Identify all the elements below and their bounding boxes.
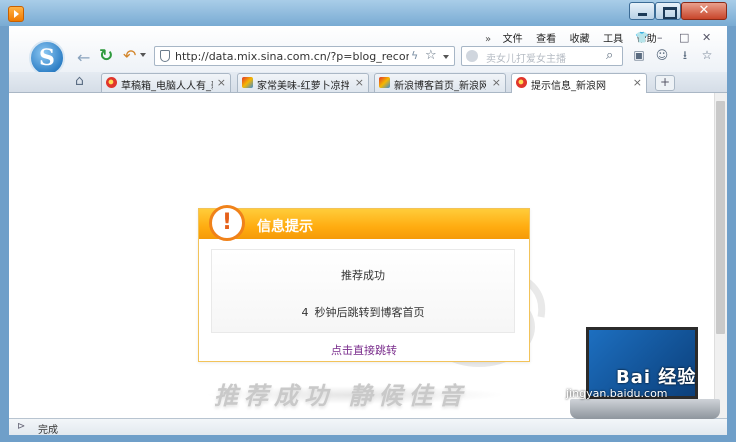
watermark-line1: Bai 经验 bbox=[616, 367, 697, 388]
menu-tools[interactable]: 工具 bbox=[603, 30, 623, 45]
menu-favorites[interactable]: 收藏 bbox=[570, 30, 590, 45]
tab-recipe[interactable]: 家常美味-红萝卜凉拌黄瓜 × bbox=[237, 73, 369, 92]
tab-close-icon[interactable]: × bbox=[217, 76, 226, 89]
dialog-body: 推荐成功 4 秒钟后跳转到博客首页 bbox=[211, 249, 515, 333]
window-titlebar: ✕ bbox=[0, 0, 736, 26]
download-icon[interactable]: ⭳ bbox=[678, 48, 692, 62]
address-bar[interactable]: http://data.mix.sina.com.cn/?p=blog_reco… bbox=[154, 46, 455, 66]
close-icon: ✕ bbox=[698, 3, 710, 18]
browser-toolbar: S » 文件 查看 收藏 工具 帮助 👕 – □ ✕ ← ↻ ↶ http://… bbox=[9, 26, 727, 76]
undo-dropdown-icon[interactable] bbox=[140, 53, 146, 57]
tab-title: 提示信息_新浪网 bbox=[531, 81, 606, 92]
menu-view[interactable]: 查看 bbox=[536, 30, 556, 45]
menu-chevron[interactable]: » bbox=[485, 34, 491, 45]
tab-close-icon[interactable]: × bbox=[492, 76, 501, 89]
status-text: 完成 bbox=[38, 425, 58, 436]
window-frame: ✕ S » 文件 查看 收藏 工具 帮助 👕 – □ ✕ ← ↻ ↶ http:… bbox=[0, 0, 736, 442]
smiley-icon[interactable]: ☺ bbox=[655, 48, 669, 62]
countdown-number: 4 bbox=[301, 306, 309, 319]
tab-close-icon[interactable]: × bbox=[633, 76, 642, 89]
undo-icon[interactable]: ↶ bbox=[123, 46, 136, 65]
minimize-button[interactable] bbox=[629, 2, 655, 20]
scrollbar-thumb[interactable] bbox=[716, 101, 725, 334]
star-icon[interactable]: ☆ bbox=[425, 48, 437, 63]
favorites-star-icon[interactable]: ☆ bbox=[700, 48, 714, 62]
redirect-link[interactable]: 点击直接跳转 bbox=[199, 342, 529, 358]
watermark-text: 推荐成功 静候佳音 bbox=[214, 381, 469, 410]
tab-notice[interactable]: 提示信息_新浪网 × bbox=[511, 73, 647, 93]
close-window-button[interactable]: ✕ bbox=[681, 2, 727, 20]
tab-close-icon[interactable]: × bbox=[355, 76, 364, 89]
tab-strip: ⌂ 草稿箱_电脑人人有_新浪 × 家常美味-红萝卜凉拌黄瓜 × 新浪博客首页_新… bbox=[9, 72, 727, 93]
mini-restore-icon[interactable]: □ bbox=[679, 31, 689, 44]
watermark-line2: jingyan.baidu.com bbox=[566, 387, 668, 400]
search-box[interactable]: 卖女儿打爱女主播 ⌕ bbox=[461, 46, 623, 66]
tab-title: 草稿箱_电脑人人有_新浪 bbox=[121, 81, 213, 92]
shield-icon bbox=[160, 50, 170, 62]
tab-title: 新浪博客首页_新浪网 bbox=[394, 81, 486, 92]
app-icon bbox=[8, 6, 24, 22]
dialog-header: ! 信息提示 bbox=[199, 205, 529, 241]
blog-favicon-icon bbox=[379, 77, 390, 88]
search-icon[interactable]: ⌕ bbox=[606, 48, 613, 63]
alert-icon: ! bbox=[209, 205, 245, 241]
back-icon[interactable]: ← bbox=[77, 48, 90, 67]
search-engine-icon[interactable] bbox=[466, 50, 478, 62]
logo-icon[interactable]: S bbox=[29, 40, 65, 76]
tab-blog-home[interactable]: 新浪博客首页_新浪网 × bbox=[374, 73, 506, 92]
address-dropdown-icon[interactable] bbox=[443, 55, 449, 59]
baidu-jingyan-watermark: Bai 经验 jingyan.baidu.com bbox=[566, 323, 726, 433]
sidebar-toggle-icon[interactable]: ⊳ bbox=[17, 421, 25, 432]
maximize-button[interactable] bbox=[655, 2, 681, 20]
success-message: 推荐成功 bbox=[341, 269, 385, 282]
tab-drafts[interactable]: 草稿箱_电脑人人有_新浪 × bbox=[101, 73, 231, 92]
dialog-title: 信息提示 bbox=[257, 219, 313, 235]
info-dialog: ! 信息提示 推荐成功 4 秒钟后跳转到博客首页 点击直接跳转 bbox=[198, 205, 530, 362]
reader-icon[interactable]: ▣ bbox=[632, 48, 646, 62]
home-icon[interactable]: ⌂ bbox=[75, 73, 84, 89]
address-url[interactable]: http://data.mix.sina.com.cn/?p=blog_reco… bbox=[175, 50, 409, 63]
sina-favicon-icon bbox=[106, 77, 117, 88]
new-tab-button[interactable]: + bbox=[655, 75, 675, 91]
menu-file[interactable]: 文件 bbox=[503, 30, 523, 45]
laptop-base bbox=[570, 399, 720, 419]
search-input[interactable]: 卖女儿打爱女主播 bbox=[486, 50, 566, 65]
countdown-text: 秒钟后跳转到博客首页 bbox=[314, 306, 425, 319]
countdown-message: 4 秒钟后跳转到博客首页 bbox=[212, 304, 514, 320]
tab-title: 家常美味-红萝卜凉拌黄瓜 bbox=[257, 81, 349, 92]
sina-favicon-icon bbox=[516, 77, 527, 88]
mini-close-icon[interactable]: ✕ bbox=[702, 31, 711, 44]
bolt-icon[interactable]: ϟ bbox=[411, 49, 418, 62]
blog-favicon-icon bbox=[242, 77, 253, 88]
mini-minimize-icon[interactable]: – bbox=[657, 31, 663, 44]
refresh-icon[interactable]: ↻ bbox=[99, 46, 113, 66]
skin-icon[interactable]: 👕 bbox=[635, 31, 649, 44]
